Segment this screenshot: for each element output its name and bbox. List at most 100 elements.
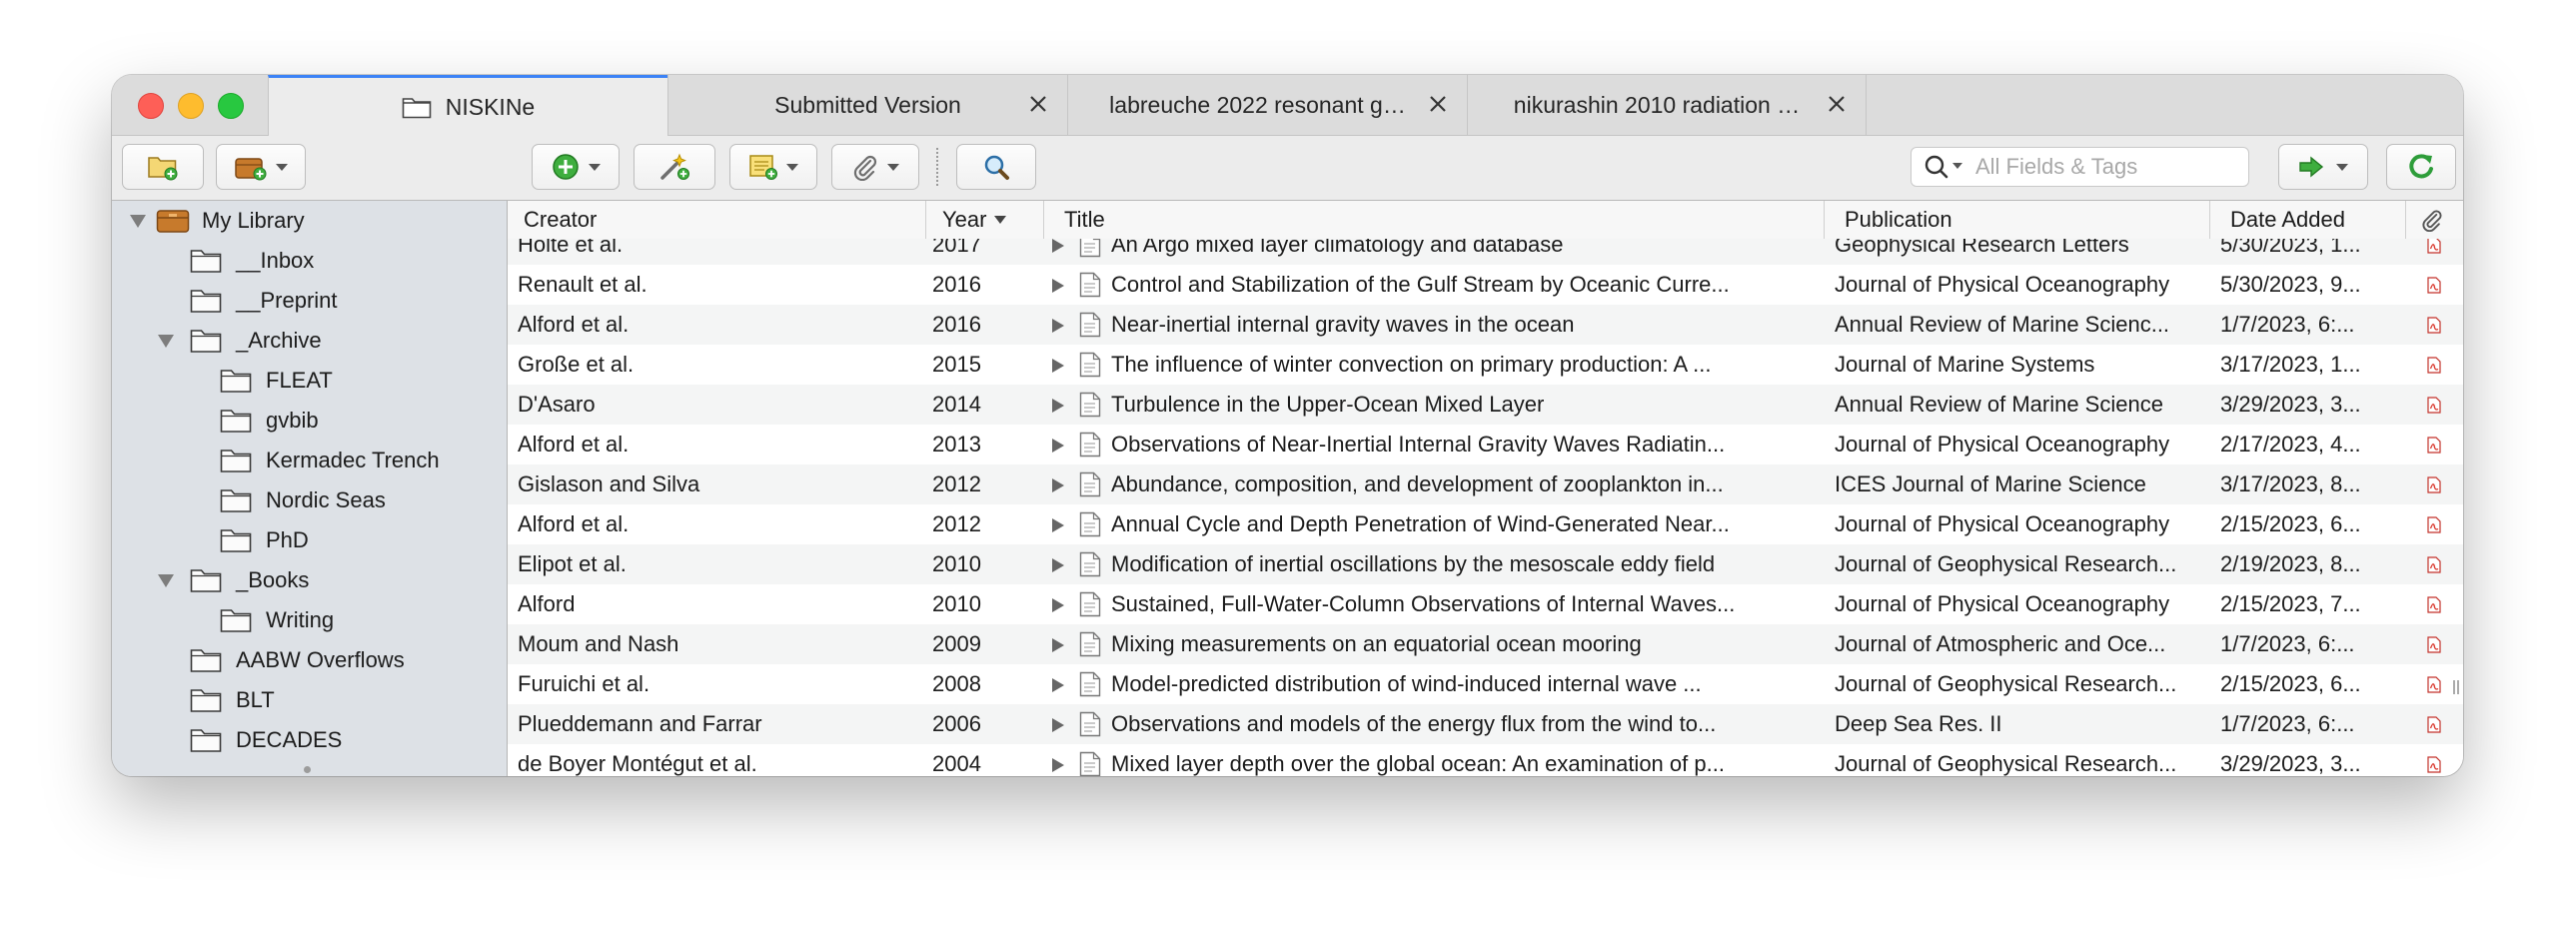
sidebar-item-phd[interactable]: PhD: [220, 520, 309, 560]
new-library-button[interactable]: [216, 144, 306, 190]
new-item-button[interactable]: [532, 144, 620, 190]
add-attachment-button[interactable]: [831, 144, 919, 190]
pane-resize-handle[interactable]: [304, 766, 311, 773]
close-window-button[interactable]: [138, 93, 164, 119]
expand-row-icon[interactable]: [1052, 319, 1064, 333]
sidebar-item-kermadec-trench[interactable]: Kermadec Trench: [220, 441, 440, 480]
close-icon[interactable]: [1423, 89, 1453, 119]
expand-row-icon[interactable]: [1052, 279, 1064, 293]
column-header-publication[interactable]: Publication: [1825, 201, 2210, 239]
expand-row-icon[interactable]: [1052, 359, 1064, 373]
column-label: Year: [942, 207, 987, 232]
date-added-cell: 3/29/2023, 3...: [2220, 392, 2361, 417]
sidebar-item-my-library[interactable]: My Library: [130, 201, 305, 241]
scrollbar-grip[interactable]: [2453, 680, 2459, 694]
date-added-cell: 2/15/2023, 7...: [2220, 591, 2361, 616]
table-row[interactable]: Elipot et al. 2010 Modification of inertia…: [508, 544, 2463, 584]
column-header-date-added[interactable]: Date Added: [2210, 201, 2406, 239]
table-row[interactable]: Alford et al. 2013 Observations of Near-In…: [508, 425, 2463, 464]
sidebar-item-inbox[interactable]: __Inbox: [190, 241, 314, 281]
table-row[interactable]: Plueddemann and Farrar 2006 Observations a…: [508, 704, 2463, 744]
expand-row-icon[interactable]: [1052, 399, 1064, 413]
sidebar-item-writing[interactable]: Writing: [220, 600, 334, 640]
column-header-creator[interactable]: Creator: [508, 201, 926, 239]
pdf-icon[interactable]: [2427, 556, 2441, 573]
pdf-icon[interactable]: [2427, 716, 2441, 733]
date-added-cell: 2/15/2023, 6...: [2220, 511, 2361, 536]
minimize-window-button[interactable]: [178, 93, 204, 119]
title-cell: The influence of winter convection on pr…: [1111, 352, 1712, 377]
table-row[interactable]: Alford 2010 Sustained, Full-Water-Column O…: [508, 584, 2463, 624]
tab-labreuche[interactable]: labreuche 2022 resonant g…: [1067, 75, 1467, 135]
sidebar-item-blt[interactable]: BLT: [190, 680, 275, 720]
expand-row-icon[interactable]: [1052, 239, 1064, 253]
table-row[interactable]: Große et al. 2015 The influence of winter …: [508, 345, 2463, 385]
new-collection-button[interactable]: [122, 144, 204, 190]
pdf-icon[interactable]: [2427, 277, 2441, 294]
table-row[interactable]: D'Asaro 2014 Turbulence in the Upper-Ocean…: [508, 385, 2463, 425]
pdf-icon[interactable]: [2427, 596, 2441, 613]
new-note-button[interactable]: [729, 144, 817, 190]
sync-button[interactable]: [2386, 144, 2456, 190]
table-row[interactable]: de Boyer Montégut et al. 2004 Mixed layer …: [508, 744, 2463, 776]
expand-row-icon[interactable]: [1052, 638, 1064, 652]
pdf-icon[interactable]: [2427, 317, 2441, 334]
sidebar-item-fleat[interactable]: FLEAT: [220, 361, 333, 401]
pdf-icon[interactable]: [2427, 676, 2441, 693]
pdf-icon[interactable]: [2427, 476, 2441, 493]
column-header-attachments[interactable]: [2406, 201, 2463, 239]
expand-row-icon[interactable]: [1052, 478, 1064, 492]
expand-row-icon[interactable]: [1052, 598, 1064, 612]
pdf-icon[interactable]: [2427, 239, 2441, 254]
table-row[interactable]: Holte et al. 2017 An Argo mixed layer clim…: [508, 239, 2463, 265]
table-row[interactable]: Renault et al. 2016 Control and Stabilizat…: [508, 265, 2463, 305]
advanced-search-button[interactable]: [956, 144, 1036, 190]
folder-icon: [190, 689, 222, 712]
expand-triangle-icon[interactable]: [130, 214, 146, 228]
pdf-icon[interactable]: [2427, 636, 2441, 653]
close-icon[interactable]: [1822, 89, 1852, 119]
publication-cell: Annual Review of Marine Scienc...: [1835, 312, 2170, 337]
table-row[interactable]: Furuichi et al. 2008 Model-predicted distr…: [508, 664, 2463, 704]
column-header-year[interactable]: Year: [926, 201, 1044, 239]
zotero-window: NISKINe Submitted Version labreuche 2022…: [112, 75, 2463, 776]
expand-row-icon[interactable]: [1052, 439, 1064, 453]
expand-row-icon[interactable]: [1052, 518, 1064, 532]
close-icon[interactable]: [1023, 89, 1053, 119]
table-row[interactable]: Moum and Nash 2009 Mixing measurements on …: [508, 624, 2463, 664]
sidebar-item-preprint[interactable]: __Preprint: [190, 281, 338, 321]
column-header-title[interactable]: Title: [1044, 201, 1825, 239]
pdf-icon[interactable]: [2427, 357, 2441, 374]
expand-row-icon[interactable]: [1052, 718, 1064, 732]
expand-row-icon[interactable]: [1052, 758, 1064, 772]
title-cell: Near-inertial internal gravity waves in …: [1111, 312, 1575, 337]
pdf-icon[interactable]: [2427, 437, 2441, 454]
expand-row-icon[interactable]: [1052, 558, 1064, 572]
document-icon: [1079, 711, 1101, 737]
expand-triangle-icon[interactable]: [158, 334, 174, 348]
sidebar-item-archive[interactable]: _Archive: [158, 321, 322, 361]
tab-nikurashin[interactable]: nikurashin 2010 radiation …: [1467, 75, 1867, 135]
sidebar-item-nordic-seas[interactable]: Nordic Seas: [220, 480, 386, 520]
pdf-icon[interactable]: [2427, 516, 2441, 533]
pdf-icon[interactable]: [2427, 756, 2441, 773]
sidebar-item-decades[interactable]: DECADES: [190, 720, 342, 760]
table-row[interactable]: Alford et al. 2012 Annual Cycle and Depth …: [508, 504, 2463, 544]
add-by-identifier-button[interactable]: [634, 144, 715, 190]
pdf-icon[interactable]: [2427, 397, 2441, 414]
zoom-window-button[interactable]: [218, 93, 244, 119]
column-label: Date Added: [2230, 207, 2345, 232]
sidebar-item-books[interactable]: _Books: [158, 560, 309, 600]
tab-label: nikurashin 2010 radiation …: [1513, 91, 1801, 118]
expand-row-icon[interactable]: [1052, 678, 1064, 692]
expand-triangle-icon[interactable]: [158, 573, 174, 587]
folder-icon: [220, 529, 252, 552]
tab-submitted-version[interactable]: Submitted Version: [667, 75, 1067, 135]
locate-button[interactable]: [2278, 144, 2368, 190]
sidebar-item-gvbib[interactable]: gvbib: [220, 401, 319, 441]
sidebar-item-aabw-overflows[interactable]: AABW Overflows: [190, 640, 405, 680]
table-row[interactable]: Alford et al. 2016 Near-inertial internal …: [508, 305, 2463, 345]
search-field[interactable]: All Fields & Tags: [1911, 147, 2249, 187]
tab-library[interactable]: NISKINe: [268, 75, 667, 136]
table-row[interactable]: Gislason and Silva 2012 Abundance, composi…: [508, 464, 2463, 504]
